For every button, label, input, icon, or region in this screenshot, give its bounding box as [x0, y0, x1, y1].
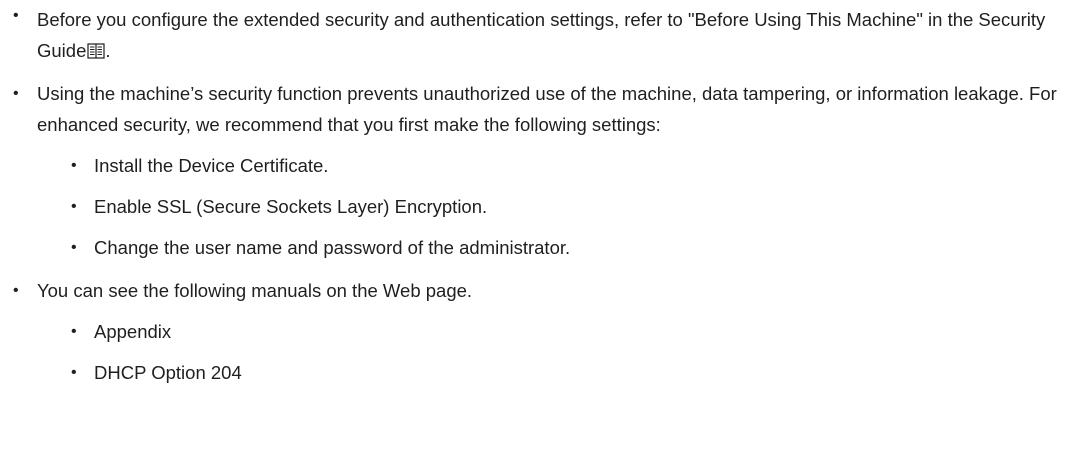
sublist-item-text: DHCP Option 204 [94, 362, 242, 383]
sublist-item-text: Appendix [94, 321, 172, 342]
before-using-text: Before you configure the extended securi… [37, 9, 1046, 61]
bullet-marker: • [13, 282, 19, 299]
before-using-trailing: . [105, 40, 111, 61]
bullet-marker: • [71, 364, 77, 381]
bullet-marker: • [13, 7, 19, 24]
book-icon[interactable] [87, 42, 105, 60]
list-item-manuals: • You can see the following manuals on t… [0, 275, 1065, 306]
sublist-item-text: Enable SSL (Secure Sockets Layer) Encryp… [94, 196, 488, 217]
sublist-item-admin-credentials: • Change the user name and password of t… [0, 232, 1065, 263]
bullet-marker: • [71, 323, 77, 340]
security-function-text: Using the machine’s security function pr… [37, 83, 1057, 135]
sublist-item-dhcp-option: • DHCP Option 204 [0, 357, 1065, 388]
document-body: • Before you configure the extended secu… [0, 0, 1065, 388]
sublist-item-text: Change the user name and password of the… [94, 237, 571, 258]
bullet-list: • Before you configure the extended secu… [0, 0, 1065, 388]
bullet-marker: • [71, 198, 77, 215]
manuals-text: You can see the following manuals on the… [37, 280, 473, 301]
bullet-marker: • [71, 239, 77, 256]
list-item-before-using: • Before you configure the extended secu… [0, 0, 1065, 66]
sublist-item-ssl: • Enable SSL (Secure Sockets Layer) Encr… [0, 191, 1065, 222]
list-item-text: Before you configure the extended securi… [0, 4, 1065, 66]
list-item-security-function: • Using the machine’s security function … [0, 78, 1065, 140]
bullet-marker: • [13, 85, 19, 102]
sublist-item-device-certificate: • Install the Device Certificate. [0, 150, 1065, 181]
sublist-item-text: Install the Device Certificate. [94, 155, 329, 176]
bullet-marker: • [71, 157, 77, 174]
sublist-item-appendix: • Appendix [0, 316, 1065, 347]
